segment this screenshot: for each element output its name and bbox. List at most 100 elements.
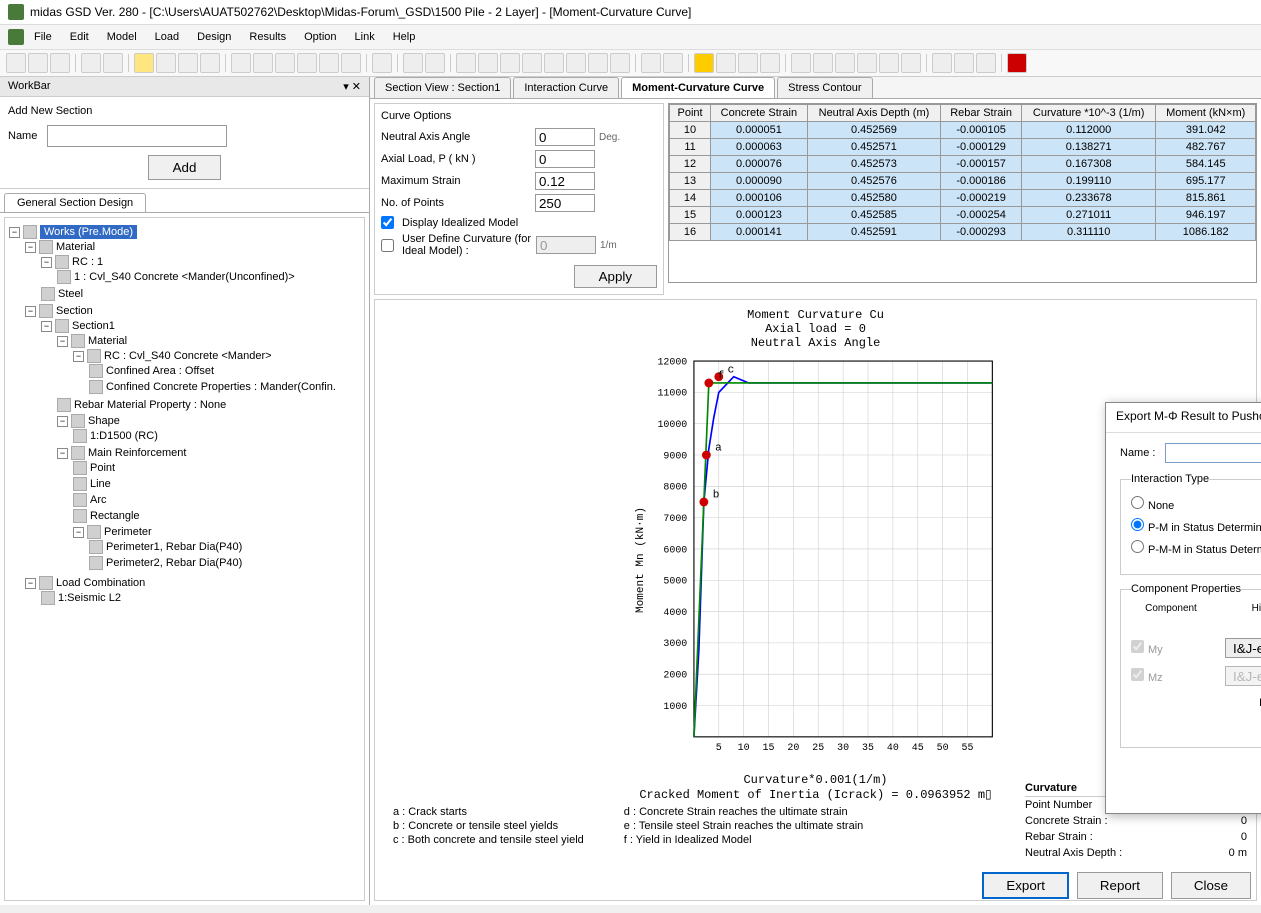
tab-stress-contour[interactable]: Stress Contour: [777, 77, 872, 98]
toolbar-section2-icon[interactable]: [425, 53, 445, 73]
workbar-pin-icon[interactable]: ▾ ✕: [343, 81, 361, 93]
toolbar-analysis1-icon[interactable]: [641, 53, 661, 73]
toolbar-zoomin-icon[interactable]: [879, 53, 899, 73]
toolbar-item2-icon[interactable]: [253, 53, 273, 73]
tree-material[interactable]: Material: [56, 241, 95, 253]
toolbar-item5-icon[interactable]: [319, 53, 339, 73]
tab-moment-curvature[interactable]: Moment-Curvature Curve: [621, 77, 775, 98]
toolbar-item4-icon[interactable]: [297, 53, 317, 73]
toolbar-rebar6-icon[interactable]: [566, 53, 586, 73]
tree-point[interactable]: Point: [90, 462, 115, 474]
toolbar-stop-icon[interactable]: [1007, 53, 1027, 73]
menu-edit[interactable]: Edit: [62, 29, 97, 45]
table-row[interactable]: 110.0000630.452571-0.0001290.138271482.7…: [670, 139, 1256, 156]
report-button[interactable]: Report: [1077, 872, 1163, 899]
export-button[interactable]: Export: [982, 872, 1069, 899]
toolbar-item3-icon[interactable]: [275, 53, 295, 73]
expand-icon[interactable]: −: [41, 257, 52, 268]
toolbar-rebar3-icon[interactable]: [500, 53, 520, 73]
expand-icon[interactable]: −: [41, 321, 52, 332]
radio-pmm[interactable]: [1131, 540, 1144, 553]
toolbar-section-icon[interactable]: [403, 53, 423, 73]
curve-apply-button[interactable]: Apply: [574, 265, 657, 288]
tree-section[interactable]: Section: [56, 305, 93, 317]
works-tree[interactable]: −Works (Pre.Mode) −Material −RC : 1 1 : …: [4, 217, 365, 901]
toolbar-undo-icon[interactable]: [81, 53, 101, 73]
radio-none[interactable]: [1131, 496, 1144, 509]
tree-seismic[interactable]: 1:Seismic L2: [58, 592, 121, 604]
tree-perimeter[interactable]: Perimeter: [104, 526, 152, 538]
toolbar-new-icon[interactable]: [6, 53, 26, 73]
tree-root[interactable]: Works (Pre.Mode): [40, 225, 137, 239]
tree-rect[interactable]: Rectangle: [90, 510, 140, 522]
user-define-checkbox[interactable]: [381, 239, 394, 252]
tree-arc[interactable]: Arc: [90, 494, 107, 506]
section-name-input[interactable]: [47, 125, 227, 147]
table-row[interactable]: 100.0000510.452569-0.0001050.112000391.0…: [670, 122, 1256, 139]
toolbar-grid-icon[interactable]: [134, 53, 154, 73]
menu-option[interactable]: Option: [296, 29, 344, 45]
toolbar-rebar4-icon[interactable]: [522, 53, 542, 73]
tree-shape[interactable]: Shape: [88, 415, 120, 427]
tab-section-view[interactable]: Section View : Section1: [374, 77, 511, 98]
toolbar-rebar8-icon[interactable]: [610, 53, 630, 73]
toolbar-save-icon[interactable]: [50, 53, 70, 73]
toolbar-rebar7-icon[interactable]: [588, 53, 608, 73]
expand-icon[interactable]: −: [57, 416, 68, 427]
toolbar-ibeam-icon[interactable]: [694, 53, 714, 73]
tree-rc1[interactable]: RC : 1: [72, 256, 103, 268]
toolbar-view2-icon[interactable]: [813, 53, 833, 73]
dialog-name-input[interactable]: [1165, 443, 1261, 463]
toolbar-view1-icon[interactable]: [791, 53, 811, 73]
toolbar-zoomout-icon[interactable]: [901, 53, 921, 73]
toolbar-view4-icon[interactable]: [857, 53, 877, 73]
menu-results[interactable]: Results: [241, 29, 294, 45]
expand-icon[interactable]: −: [25, 242, 36, 253]
toolbar-col3-icon[interactable]: [760, 53, 780, 73]
table-row[interactable]: 140.0001060.452580-0.0002190.233678815.8…: [670, 190, 1256, 207]
select-my-hinge[interactable]: I&J-end: [1225, 638, 1261, 658]
neutral-axis-input[interactable]: [535, 128, 595, 146]
table-row[interactable]: 120.0000760.452573-0.0001570.167308584.1…: [670, 156, 1256, 173]
data-grid[interactable]: Point Concrete Strain Neutral Axis Depth…: [668, 103, 1257, 283]
expand-icon[interactable]: −: [57, 336, 68, 347]
toolbar-item1-icon[interactable]: [231, 53, 251, 73]
toolbar-item6-icon[interactable]: [341, 53, 361, 73]
toolbar-snap-icon[interactable]: [156, 53, 176, 73]
menu-file[interactable]: File: [26, 29, 60, 45]
close-button[interactable]: Close: [1171, 872, 1251, 899]
expand-icon[interactable]: −: [9, 227, 20, 238]
tab-interaction-curve[interactable]: Interaction Curve: [513, 77, 619, 98]
expand-icon[interactable]: −: [25, 306, 36, 317]
display-idealized-checkbox[interactable]: [381, 216, 394, 229]
tree-rebar-mat[interactable]: Rebar Material Property : None: [74, 399, 226, 411]
menu-model[interactable]: Model: [99, 29, 145, 45]
tree-s-material[interactable]: Material: [88, 335, 127, 347]
tree-rc1-child[interactable]: 1 : Cvl_S40 Concrete <Mander(Unconfined)…: [74, 271, 295, 283]
toolbar-col-icon[interactable]: [716, 53, 736, 73]
tree-confined-area[interactable]: Confined Area : Offset: [106, 365, 214, 377]
add-button[interactable]: Add: [148, 155, 222, 180]
toolbar-rebar2-icon[interactable]: [478, 53, 498, 73]
tree-s-rc[interactable]: RC : Cvl_S40 Concrete <Mander>: [104, 350, 272, 362]
table-row[interactable]: 150.0001230.452585-0.0002540.271011946.1…: [670, 207, 1256, 224]
tree-perim1[interactable]: Perimeter1, Rebar Dia(P40): [106, 541, 242, 553]
tree-line[interactable]: Line: [90, 478, 111, 490]
toolbar-rebar5-icon[interactable]: [544, 53, 564, 73]
toolbar-rebar1-icon[interactable]: [456, 53, 476, 73]
toolbar-col2-icon[interactable]: [738, 53, 758, 73]
table-row[interactable]: 130.0000900.452576-0.0001860.199110695.1…: [670, 173, 1256, 190]
expand-icon[interactable]: −: [73, 527, 84, 538]
menu-help[interactable]: Help: [385, 29, 424, 45]
tab-general-section[interactable]: General Section Design: [4, 193, 146, 212]
toolbar-pencil-icon[interactable]: [178, 53, 198, 73]
tree-main-reinf[interactable]: Main Reinforcement: [88, 447, 186, 459]
toolbar-lc-icon[interactable]: [372, 53, 392, 73]
expand-icon[interactable]: −: [57, 448, 68, 459]
toolbar-view3-icon[interactable]: [835, 53, 855, 73]
toolbar-help-icon[interactable]: [976, 53, 996, 73]
max-strain-input[interactable]: [535, 172, 595, 190]
toolbar-misc2-icon[interactable]: [954, 53, 974, 73]
radio-pm[interactable]: [1131, 518, 1144, 531]
axial-load-input[interactable]: [535, 150, 595, 168]
